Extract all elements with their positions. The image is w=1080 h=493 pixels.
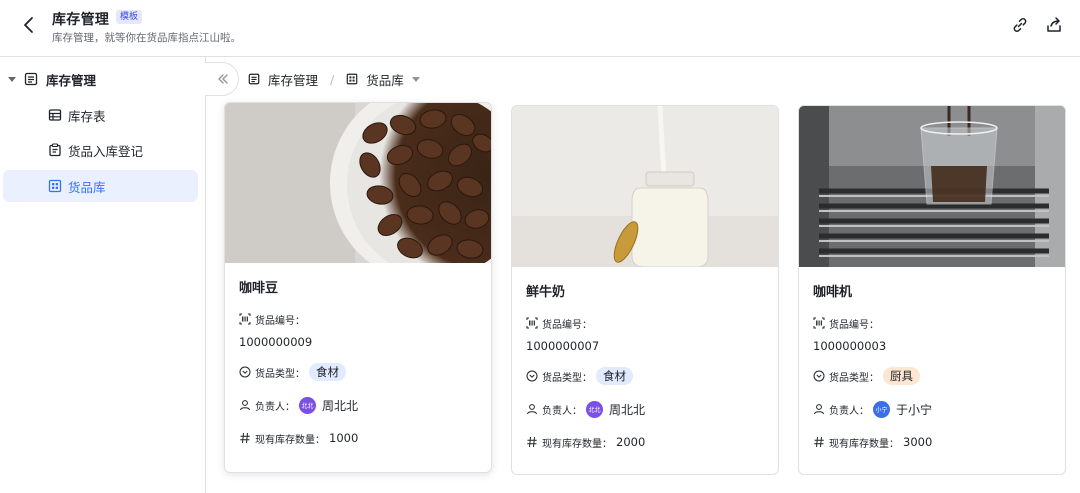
breadcrumb-label: 库存管理 [268,72,319,88]
collapse-sidebar-button[interactable] [205,62,239,96]
gallery-icon [346,73,358,85]
card-title: 咖啡豆 [239,281,279,296]
field-type-row: 货品类型： 食材 [239,362,477,382]
field-label-text: 货品类型： [542,372,592,384]
gallery-icon [48,179,62,193]
code-value: 1000000007 [526,339,600,353]
double-chevron-left-icon [218,74,228,84]
field-label-text: 负责人： [542,405,582,417]
person-icon [240,400,250,411]
sidebar-item-inventory-table[interactable]: 库存表 [3,99,198,131]
field-stock-row: 现有库存数量： 1000 [239,428,477,448]
avatar: 北北 [586,400,603,418]
sidebar-item-goods-gallery[interactable]: 货品库 [3,170,198,202]
form-icon [248,73,260,85]
cover-image [512,106,778,267]
cover-image [225,103,491,263]
stock-value: 3000 [903,435,933,449]
cover-image [799,106,1065,267]
type-tag: 厨具 [883,367,920,385]
sidebar-item-stock-in-form[interactable]: 货品入库登记 [3,134,198,166]
owner-name: 周北北 [322,398,359,413]
field-label-text: 负责人： [255,401,295,413]
view-switcher-dropdown[interactable]: 货品库 [346,70,420,89]
type-tag: 食材 [309,363,346,381]
field-label-text: 货品类型： [829,372,879,384]
breadcrumb: 库存管理 / 货品库 [248,68,420,90]
avatar: 北北 [299,396,316,414]
field-code-label: 货品编号： [239,311,477,327]
gallery-card[interactable]: 咖啡机 货品编号： 1000000003 货品类型： 厨具 负责人： 小宁 于小… [798,105,1066,475]
owner-name: 于小宁 [896,402,933,417]
code-value: 1000000003 [813,339,887,353]
field-type-row: 货品类型： 厨具 [813,366,1051,386]
breadcrumb-item-root[interactable]: 库存管理 [248,70,318,89]
field-code-label: 货品编号： [813,315,1051,331]
template-badge: 模板 [116,10,143,24]
stock-value: 2000 [616,435,646,449]
chevron-down-icon [411,76,420,82]
person-icon [527,404,537,415]
hash-icon [814,436,824,448]
person-icon [814,404,824,415]
sidebar-item-label: 货品入库登记 [68,143,144,159]
page-subtitle: 库存管理，就等你在货品库指点江山啦。 [52,32,241,44]
table-icon [48,109,62,121]
field-code-label: 货品编号： [526,315,764,331]
field-label-text: 现有库存数量： [829,438,899,450]
type-tag: 食材 [596,367,633,385]
circle-chevron-icon [813,370,825,382]
field-label-text: 货品类型： [255,368,305,380]
sidebar: 库存管理 库存表 货品入库登记 货品库 [0,57,206,493]
code-value: 1000000009 [239,335,313,349]
field-label-text: 货品编号： [829,319,879,331]
field-type-row: 货品类型： 食材 [526,366,764,386]
sidebar-root-label: 库存管理 [46,72,97,88]
share-icon[interactable] [1045,16,1063,34]
card-title: 咖啡机 [813,285,853,300]
stock-value: 1000 [329,431,359,445]
hash-icon [240,432,250,444]
field-owner-row: 负责人： 北北 周北北 [239,395,477,415]
circle-chevron-icon [239,366,251,378]
hash-icon [527,436,537,448]
field-label-text: 货品编号： [542,319,592,331]
field-owner-row: 负责人： 北北 周北北 [526,399,764,419]
form-icon [49,143,61,157]
field-label-text: 负责人： [829,405,869,417]
field-label-text: 货品编号： [255,315,305,327]
field-owner-row: 负责人： 小宁 于小宁 [813,399,1051,419]
card-title: 鲜牛奶 [526,285,566,300]
page-title: 库存管理 [52,12,110,28]
field-stock-row: 现有库存数量： 2000 [526,432,764,452]
circle-chevron-icon [526,370,538,382]
gallery-card[interactable]: 鲜牛奶 货品编号： 1000000007 货品类型： 食材 负责人： 北北 周北… [511,105,779,475]
page-header: 库存管理 模板 库存管理，就等你在货品库指点江山啦。 [0,0,1080,57]
field-label-text: 现有库存数量： [542,438,612,450]
breadcrumb-separator: / [330,71,335,87]
field-stock-row: 现有库存数量： 3000 [813,432,1051,452]
breadcrumb-label: 货品库 [366,72,404,88]
expand-caret-icon[interactable] [8,76,16,82]
barcode-icon [526,317,538,329]
barcode-icon [813,317,825,329]
sidebar-item-label: 货品库 [68,179,106,195]
owner-name: 周北北 [609,402,646,417]
barcode-icon [239,313,251,325]
sidebar-item-label: 库存表 [68,108,106,124]
sidebar-root-item[interactable]: 库存管理 [8,67,96,91]
link-icon[interactable] [1011,16,1029,34]
form-icon [24,72,38,86]
field-label-text: 现有库存数量： [255,434,325,446]
gallery-card[interactable]: 咖啡豆 货品编号： 1000000009 货品类型： 食材 负责人： 北北 周北… [224,102,492,473]
back-arrow-icon[interactable] [18,14,40,36]
avatar: 小宁 [873,400,890,418]
